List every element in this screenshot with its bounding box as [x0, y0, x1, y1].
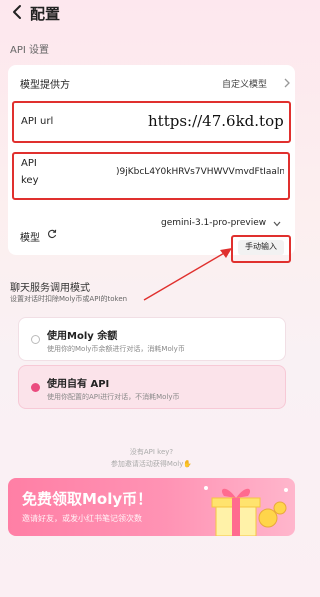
- option-own-api[interactable]: 使用自有 API 使用你配置的API进行对话，不消耗Moly币: [18, 365, 286, 409]
- banner-subtitle: 邀请好友，或发小红书笔记领次数: [22, 514, 142, 523]
- no-api-key-hint: 没有API key?: [129, 448, 174, 456]
- section-label-chat-mode: 聊天服务调用模式: [10, 283, 90, 294]
- api-url-input[interactable]: https://47.6kd.top: [148, 112, 284, 130]
- radio-own-api[interactable]: [31, 383, 40, 392]
- back-arrow-icon[interactable]: [10, 4, 24, 20]
- model-label: 模型: [20, 233, 40, 244]
- gift-box-icon: [204, 486, 288, 536]
- model-select[interactable]: gemini-3.1-pro-preview: [161, 218, 266, 228]
- option-title: 使用Moly 余额: [47, 331, 118, 342]
- banner-title: 免费领取Moly币！: [22, 490, 153, 508]
- page-title: 配置: [30, 5, 61, 23]
- provider-row[interactable]: 模型提供方 自定义模型: [8, 68, 295, 96]
- manual-input-button[interactable]: 手动输入: [238, 240, 284, 255]
- option-desc: 使用你的Moly币余额进行对话，消耗Moly币: [47, 345, 185, 353]
- annotation-arrow: [143, 248, 232, 301]
- section-desc-chat-mode: 设置对话时扣除Moly币或API的token: [10, 295, 128, 303]
- radio-moly-balance[interactable]: [31, 335, 40, 344]
- api-url-label: API url: [21, 116, 54, 127]
- option-moly-balance[interactable]: 使用Moly 余额 使用你的Moly币余额进行对话，消耗Moly币: [18, 317, 286, 361]
- hand-icon: ✋: [183, 460, 193, 468]
- invite-hint-text: 参加邀请活动获得Moly: [110, 460, 184, 468]
- section-label-api: API 设置: [10, 45, 49, 56]
- api-key-label-line1: API: [21, 158, 37, 169]
- option-desc: 使用你配置的API进行对话，不消耗Moly币: [47, 393, 180, 401]
- option-title: 使用自有 API: [47, 379, 110, 390]
- invite-hint: 参加邀请活动获得Moly✋: [0, 459, 303, 469]
- promo-banner[interactable]: 免费领取Moly币！ 邀请好友，或发小红书笔记领次数: [8, 478, 295, 536]
- api-key-label-line2: key: [21, 175, 39, 186]
- api-key-input[interactable]: )9jKbcL4Y0kHRVs7VHWVVmvdFtIaalnDsH: [116, 167, 284, 177]
- provider-value: 自定义模型: [222, 80, 268, 90]
- chevron-right-icon: [284, 78, 290, 88]
- provider-label: 模型提供方: [20, 80, 70, 91]
- refresh-icon[interactable]: [47, 229, 57, 239]
- header-bar: 配置: [0, 0, 303, 26]
- chevron-down-icon[interactable]: [273, 221, 281, 227]
